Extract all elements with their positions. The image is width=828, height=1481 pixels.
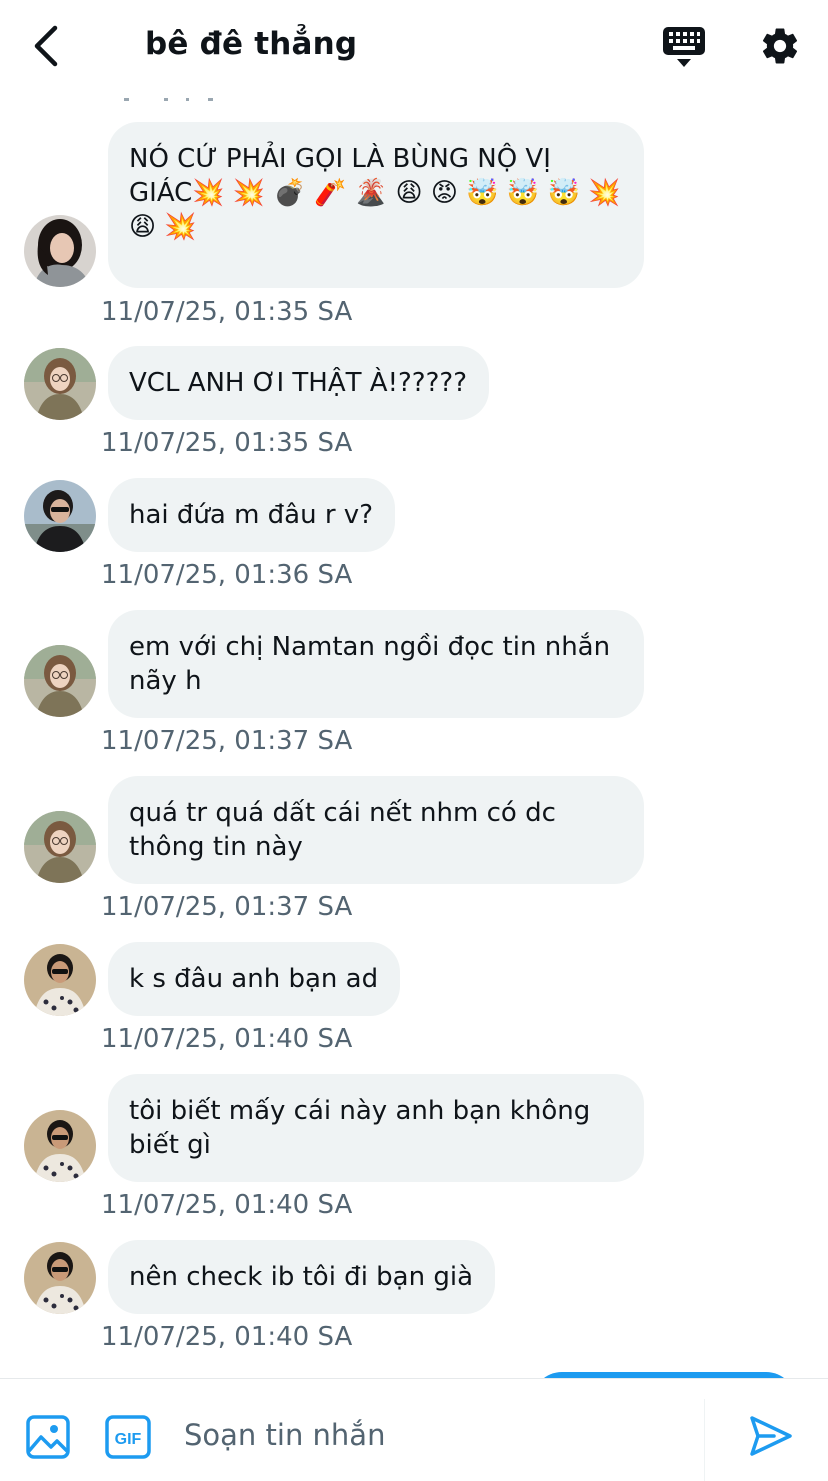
message-timestamp: 11/07/25, 01:36 SA (101, 560, 353, 590)
avatar-photo-icon (24, 480, 96, 552)
message-bubble[interactable]: tôi biết mấy cái này anh bạn không biết … (108, 1074, 644, 1182)
image-icon (26, 1415, 70, 1459)
avatar-guy-patterned-shirt[interactable] (24, 1110, 96, 1182)
message-bubble[interactable]: k s đâu anh bạn ad (108, 942, 401, 1016)
back-arrow-icon (34, 25, 58, 67)
add-image-button[interactable] (26, 1415, 70, 1459)
avatar-photo-icon (24, 1242, 96, 1314)
avatar-photo-icon (24, 944, 96, 1016)
conversation-title[interactable]: bê đê thẳng (145, 26, 357, 62)
avatar-photo-icon (24, 215, 96, 287)
message-bubble[interactable]: hai đứa m đâu r v? (108, 478, 395, 552)
send-button[interactable] (748, 1413, 796, 1461)
keyboard-icon (663, 27, 705, 67)
message-bubble[interactable]: NÓ CỨ PHẢI GỌI LÀ BÙNG NỘ VỊ GIÁC💥 💥 💣 🧨… (108, 122, 644, 288)
message-timestamp: 11/07/25, 01:35 SA (101, 428, 353, 458)
avatar-girl-gray-shirt[interactable] (24, 215, 96, 287)
add-gif-button[interactable]: GIF (105, 1415, 151, 1459)
avatar-guy-sunglasses-dark[interactable] (24, 480, 96, 552)
message-input[interactable] (184, 1411, 684, 1459)
back-button[interactable] (24, 22, 68, 70)
avatar-girl-glasses[interactable] (24, 348, 96, 420)
message-bubble[interactable]: VCL ANH ƠI THẬT À!????? (108, 346, 489, 420)
avatar-photo-icon (24, 348, 96, 420)
message-timestamp: 11/07/25, 01:40 SA (101, 1190, 353, 1220)
avatar-photo-icon (24, 811, 96, 883)
message-bubble[interactable]: em với chị Namtan ngồi đọc tin nhắn nãy … (108, 610, 644, 718)
avatar-photo-icon (24, 1110, 96, 1182)
avatar-girl-glasses[interactable] (24, 811, 96, 883)
gif-icon: GIF (105, 1415, 151, 1459)
message-timestamp: 11/07/25, 01:40 SA (101, 1024, 353, 1054)
send-icon (750, 1416, 792, 1456)
avatar-guy-patterned-shirt[interactable] (24, 944, 96, 1016)
message-composer: GIF (0, 1378, 828, 1481)
settings-button[interactable] (756, 22, 804, 70)
gif-label: GIF (115, 1431, 142, 1448)
keyboard-button[interactable] (660, 24, 708, 72)
avatar-girl-glasses[interactable] (24, 645, 96, 717)
composer-divider (704, 1399, 705, 1481)
message-bubble[interactable]: quá tr quá dất cái nết nhm có dc thông t… (108, 776, 644, 884)
message-list[interactable]: NÓ CỨ PHẢI GỌI LÀ BÙNG NỘ VỊ GIÁC💥 💥 💣 🧨… (0, 92, 828, 1378)
message-timestamp: 11/07/25, 01:37 SA (101, 892, 353, 922)
message-timestamp: 11/07/25, 01:37 SA (101, 726, 353, 756)
gear-icon (762, 28, 798, 64)
conversation-header: bê đê thẳng (0, 0, 828, 92)
message-bubble[interactable]: nên check ib tôi đi bạn già (108, 1240, 496, 1314)
avatar-guy-patterned-shirt[interactable] (24, 1242, 96, 1314)
avatar-photo-icon (24, 645, 96, 717)
message-timestamp: 11/07/25, 01:40 SA (101, 1322, 353, 1352)
message-timestamp: 11/07/25, 01:35 SA (101, 297, 353, 327)
